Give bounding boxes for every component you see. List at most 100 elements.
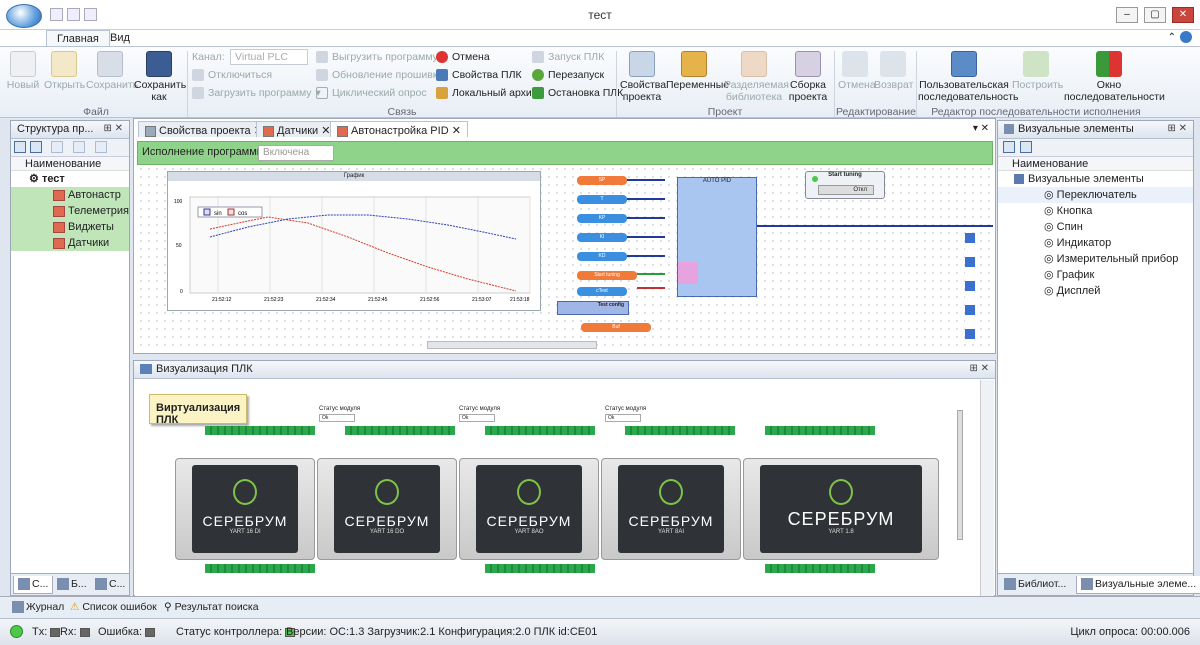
input-block-start-tuning[interactable]: Start tuning [577,271,637,280]
tree-root[interactable]: ⚙ тест [11,171,129,187]
plc-module-ai[interactable]: СЕРЕБРУМ YART 8AI [601,458,741,560]
wire [627,236,665,238]
sequence-window-button[interactable]: Окно последовательности [1064,51,1165,103]
help-icon[interactable] [1180,31,1192,43]
module-status-select[interactable]: Ok [319,414,355,422]
input-block-kd[interactable]: KD [577,252,627,261]
expand-icon[interactable] [30,141,42,153]
pin-icon[interactable]: ⊞ ✕ [969,363,989,374]
tab-error-list[interactable]: ⚠ Список ошибок [66,599,161,617]
tab-sensors[interactable]: Датчики ✕ [256,121,338,137]
tab-library[interactable]: Б... [53,576,91,594]
plc-module-cpu[interactable]: СЕРЕБРУМ YART 1.8 [743,458,939,560]
close-button[interactable]: ✕ [1172,7,1194,23]
input-block-ctest[interactable]: cTest [577,287,627,296]
minimize-button[interactable]: – [1116,7,1138,23]
legend-cos-checkbox [227,208,235,216]
open-folder-icon [51,51,77,77]
tab-search-results[interactable]: ⚲ Результат поиска [160,599,263,617]
collapse-icon[interactable] [1003,141,1015,153]
input-block-kp[interactable]: KP [577,214,627,223]
tab-other[interactable]: С... [91,576,129,594]
upload-program-button[interactable]: Загрузить программу ▾ [192,87,321,99]
element-switch[interactable]: ◎ Переключатель [998,187,1193,203]
tab-autotune-pid[interactable]: Автонастройка PID ✕ [330,121,468,137]
tab-structure[interactable]: С... [13,576,54,594]
module-status-select[interactable]: Ok [605,414,641,422]
channel-select[interactable]: Virtual PLC [230,49,308,65]
graph-widget[interactable]: График 100 50 0 sin cos 21:52:12 21:52:2… [167,171,541,311]
column-header: Наименование [998,157,1193,171]
user-sequence-button[interactable]: Пользовательская последовательность [918,51,1019,103]
module-status-select[interactable]: Ok [459,414,495,422]
start-tuning-switch[interactable]: Откл [818,185,874,195]
shared-library-button[interactable]: Разделяемая библиотека [724,51,789,103]
plc-module-do[interactable]: СЕРЕБРУМ YART 16 DO [317,458,457,560]
start-tuning-widget[interactable]: Start tuning Откл [805,171,885,199]
build-project-button[interactable]: Сборка проекта [786,51,830,103]
tab-view[interactable]: Вид [100,30,140,46]
plc-module-di[interactable]: СЕРЕБРУМ YART 16 DI [175,458,315,560]
plc-properties-button[interactable]: Свойства ПЛК [436,69,522,81]
undo-button[interactable]: Отмена [838,51,876,91]
tab-visual-elements[interactable]: Визуальные элеме... [1076,576,1200,594]
project-properties-button[interactable]: Свойства проекта [620,51,666,103]
test-config-block[interactable]: Test config [557,301,629,315]
input-block-t[interactable]: T [577,195,627,204]
element-button[interactable]: ◎ Кнопка [998,203,1193,219]
stop-plc-button[interactable]: Остановка ПЛК [532,87,623,99]
pin-icon[interactable]: ⊞ ✕ [1167,123,1187,134]
vertical-scrollbar[interactable] [980,380,994,596]
build-sequence-button[interactable]: Построить [1012,51,1063,91]
input-block-sp[interactable]: SP [577,176,627,185]
diagram-canvas[interactable]: График 100 50 0 sin cos 21:52:12 21:52:2… [137,165,993,350]
delete-icon[interactable] [95,141,107,153]
open-button[interactable]: Открыть [44,51,85,91]
firmware-update-button[interactable]: Обновление прошивки [316,69,443,81]
auto-pid-block[interactable]: AUTO PID [677,177,757,297]
ribbon-collapse-icon[interactable]: ⌃ [1168,32,1176,43]
element-icon: ◎ [1044,205,1054,217]
element-indicator[interactable]: ◎ Индикатор [998,235,1193,251]
tree-item-telemetry[interactable]: Телеметрия [11,203,129,219]
tree-item-autotune[interactable]: Автонастр [11,187,129,203]
local-archive-button[interactable]: Локальный архив [436,87,537,99]
new-button[interactable]: Новый [6,51,40,91]
tree-root[interactable]: Визуальные элементы [998,171,1193,187]
expand-icon[interactable] [1020,141,1032,153]
tab-library[interactable]: Библиот... [1000,576,1070,594]
start-plc-button[interactable]: Запуск ПЛК [532,51,604,63]
input-block-ki[interactable]: KI [577,233,627,242]
save-as-button[interactable]: Сохранить как [134,51,186,103]
plc-canvas[interactable]: Виртуализация ПЛК Статус модуля Статус м… [135,380,980,596]
element-icon: ◎ [1044,189,1054,201]
element-display[interactable]: ◎ Дисплей [998,283,1193,299]
execution-select[interactable]: Включена [258,145,334,161]
slider-track[interactable] [957,410,963,540]
tree-item-widgets[interactable]: Виджеты [11,219,129,235]
element-graph[interactable]: ◎ График [998,267,1193,283]
buf-block[interactable]: Buf [581,323,651,332]
paste-icon[interactable] [73,141,85,153]
element-spin[interactable]: ◎ Спин [998,219,1193,235]
download-program-button[interactable]: Выгрузить программу [316,51,438,63]
element-gauge[interactable]: ◎ Измерительный прибор [998,251,1193,267]
cancel-link-button[interactable]: Отмена [436,51,490,63]
restart-button[interactable]: Перезапуск [532,69,604,81]
cyclic-poll-toggle[interactable]: Циклический опрос [316,87,427,99]
disconnect-button[interactable]: Отключиться [192,69,272,81]
tree-item-sensors[interactable]: Датчики [11,235,129,251]
redo-button[interactable]: Возврат [874,51,913,91]
tab-project-properties[interactable]: Свойства проекта ✕ [138,121,270,137]
plc-module-ao[interactable]: СЕРЕБРУМ YART 8AO [459,458,599,560]
copy-icon[interactable] [51,141,63,153]
horizontal-scrollbar[interactable] [427,341,597,349]
save-button[interactable]: Сохранить [86,51,138,91]
tab-journal[interactable]: Журнал [8,599,68,617]
maximize-button[interactable]: ▢ [1144,7,1166,23]
search-icon: ⚲ [164,601,172,613]
pin-icon[interactable]: ⊞ ✕ [103,123,123,134]
close-tab-icon[interactable]: ▾ ✕ [973,123,989,134]
collapse-icon[interactable] [14,141,26,153]
variables-button[interactable]: Переменные [666,51,729,91]
